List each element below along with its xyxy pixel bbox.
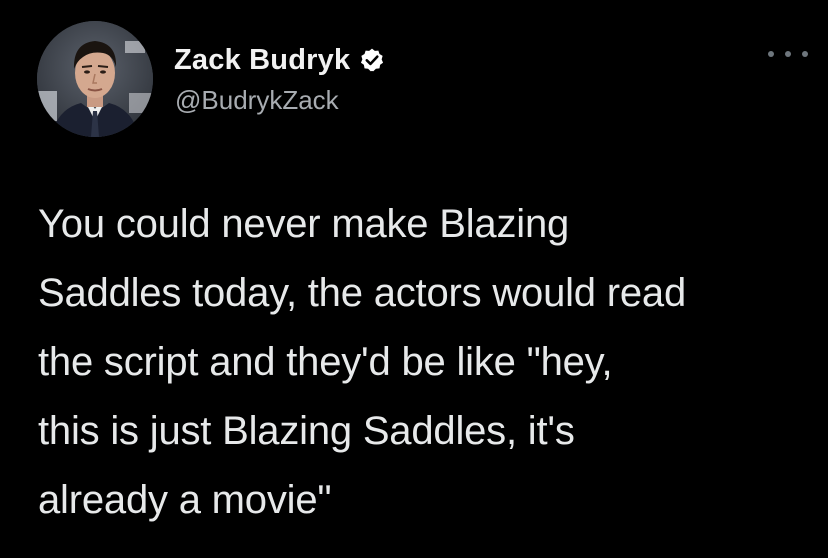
avatar[interactable] [37,21,153,137]
more-dot [768,51,774,57]
avatar-photo-icon [37,21,153,137]
more-options-icon[interactable] [768,42,808,66]
author-name-row[interactable]: Zack Budryk [174,42,385,78]
author-handle[interactable]: @BudrykZack [175,85,339,116]
tweet-text: You could never make Blazing Saddles tod… [38,202,687,522]
tweet-card: Zack Budryk @BudrykZack You could never … [0,0,828,558]
display-name[interactable]: Zack Budryk [174,44,350,77]
verified-badge-icon [359,47,385,73]
more-dot [785,51,791,57]
more-dot [802,51,808,57]
